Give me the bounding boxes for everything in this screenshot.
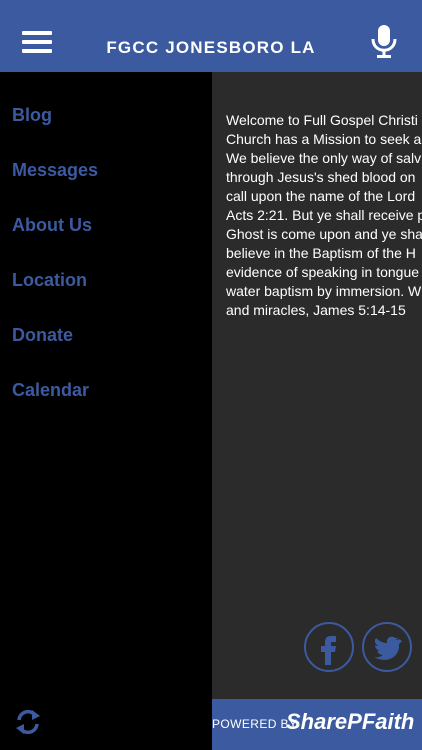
sidebar-item-location[interactable]: Location: [12, 270, 87, 291]
twitter-icon[interactable]: [362, 622, 412, 672]
sidebar-item-calendar[interactable]: Calendar: [12, 380, 89, 401]
facebook-icon[interactable]: [304, 622, 354, 672]
microphone-icon[interactable]: [370, 24, 398, 60]
app-title: FGCC JONESBORO LA: [106, 38, 316, 57]
sidebar-item-about-us[interactable]: About Us: [12, 215, 92, 236]
side-navigation: Blog Messages About Us Location Donate C…: [0, 72, 212, 750]
refresh-icon[interactable]: [14, 708, 42, 736]
powered-by-label: POWERED BY: [212, 717, 298, 731]
sidebar-item-blog[interactable]: Blog: [12, 105, 52, 126]
sharefaith-logo: SharePFaith: [286, 709, 415, 734]
powered-by-footer: POWERED BY SharePFaith: [212, 699, 422, 750]
sidebar-item-donate[interactable]: Donate: [12, 325, 73, 346]
app-header: FGCC JONESBORO LA: [0, 0, 422, 72]
welcome-text: Welcome to Full Gospel Christi Church ha…: [226, 112, 422, 318]
main-content: Welcome to Full Gospel Christi Church ha…: [212, 72, 422, 699]
sidebar-item-messages[interactable]: Messages: [12, 160, 98, 181]
